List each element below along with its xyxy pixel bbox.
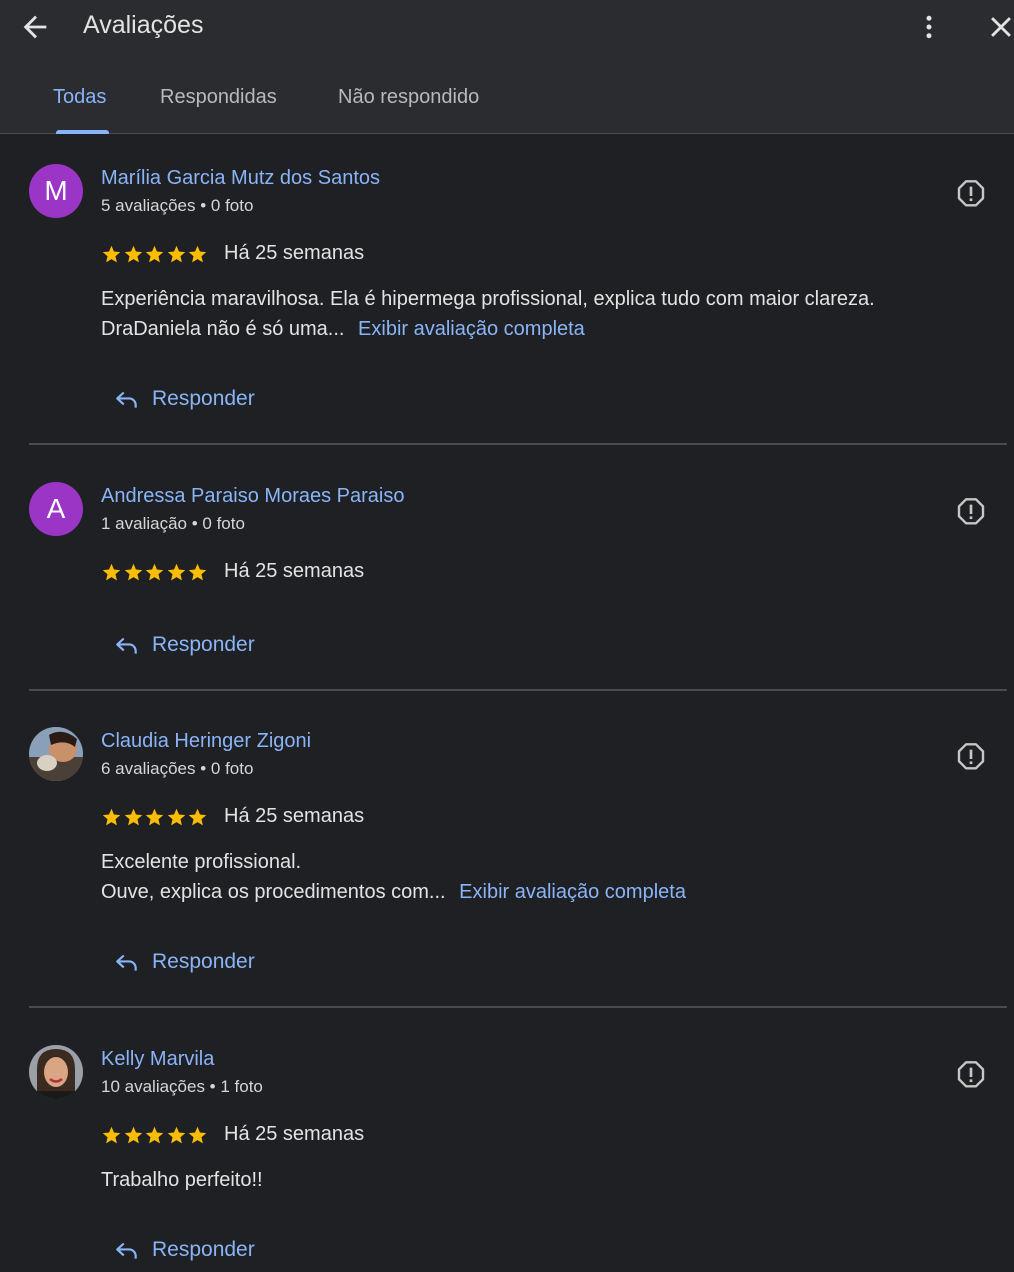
- star-icon: [189, 808, 207, 826]
- report-button[interactable]: [955, 1059, 987, 1091]
- active-tab-indicator: [56, 130, 109, 134]
- reviewer-name[interactable]: Claudia Heringer Zigoni: [101, 730, 311, 753]
- review-text-line: Experiência maravilhosa. Ela é hipermega…: [101, 288, 875, 310]
- avatar[interactable]: M: [29, 164, 83, 218]
- star-icon: [189, 245, 207, 263]
- review-time: Há 25 semanas: [224, 1123, 365, 1145]
- star-icon: [102, 1126, 121, 1144]
- show-full-review-link[interactable]: Exibir avaliação completa: [358, 318, 585, 340]
- star-icon: [167, 808, 186, 826]
- arrow-back-icon: [23, 15, 47, 39]
- star-icon: [145, 563, 164, 581]
- tab-respondidas[interactable]: Respondidas: [160, 86, 277, 109]
- star-icon: [145, 1126, 164, 1144]
- review-text-snippet: DraDaniela não é só uma...: [101, 318, 345, 340]
- page-title: Avaliações: [83, 11, 204, 39]
- reply-icon: [116, 391, 137, 408]
- report-button[interactable]: [955, 741, 987, 773]
- reviewer-meta: 1 avaliação • 0 foto: [101, 514, 245, 533]
- reply-label: Responder: [152, 950, 255, 973]
- close-button[interactable]: [984, 10, 1014, 44]
- star-icon: [145, 808, 164, 826]
- star-icon: [189, 563, 207, 581]
- reply-button[interactable]: Responder: [114, 947, 255, 977]
- review-time: Há 25 semanas: [224, 242, 365, 264]
- more-options-button[interactable]: [914, 10, 944, 44]
- tab-nao-respondido[interactable]: Não respondido: [338, 86, 479, 109]
- reviewer-name[interactable]: Kelly Marvila: [101, 1048, 214, 1071]
- more-vert-icon: [926, 15, 932, 39]
- star-icon: [167, 563, 186, 581]
- divider: [29, 689, 1007, 691]
- reply-label: Responder: [152, 387, 255, 410]
- avatar[interactable]: A: [29, 482, 83, 536]
- review-time: Há 25 semanas: [224, 560, 365, 582]
- report-icon: [957, 1061, 985, 1088]
- star-rating: [101, 1125, 209, 1147]
- star-icon: [124, 245, 142, 263]
- review-text-line: Ouve, explica os procedimentos com... Ex…: [101, 877, 686, 907]
- back-button[interactable]: [18, 10, 52, 44]
- reviewer-name[interactable]: Marília Garcia Mutz dos Santos: [101, 167, 380, 190]
- reviewer-meta: 10 avaliações • 1 foto: [101, 1077, 263, 1096]
- star-icon: [102, 808, 121, 826]
- tab-todas[interactable]: Todas: [53, 86, 106, 109]
- review-text-snippet: Ouve, explica os procedimentos com...: [101, 881, 446, 903]
- report-icon: [957, 180, 985, 207]
- show-full-review-link[interactable]: Exibir avaliação completa: [459, 881, 686, 903]
- report-icon: [957, 498, 985, 525]
- star-icon: [124, 563, 142, 581]
- app-bar: Avaliações Todas Respondidas Não respond…: [0, 0, 1014, 134]
- star-icon: [189, 1126, 207, 1144]
- review-text: Trabalho perfeito!!: [101, 1165, 263, 1195]
- star-icon: [167, 245, 186, 263]
- report-button[interactable]: [955, 178, 987, 210]
- review-text-line: Excelente profissional.: [101, 851, 302, 873]
- review-text: Experiência maravilhosa. Ela é hipermega…: [101, 284, 875, 344]
- avatar[interactable]: [29, 1045, 83, 1099]
- avatar[interactable]: [29, 727, 83, 781]
- reply-label: Responder: [152, 633, 255, 656]
- reviewer-meta: 6 avaliações • 0 foto: [101, 759, 254, 778]
- star-icon: [167, 1126, 186, 1144]
- reviewer-meta: 5 avaliações • 0 foto: [101, 196, 254, 215]
- star-icon: [124, 1126, 142, 1144]
- profile-photo-icon: [29, 1045, 83, 1099]
- star-rating: [101, 562, 209, 584]
- reply-icon: [116, 637, 137, 654]
- reply-label: Responder: [152, 1238, 255, 1261]
- star-icon: [124, 808, 142, 826]
- close-icon: [991, 17, 1011, 37]
- reply-icon: [116, 954, 137, 971]
- report-icon: [957, 743, 985, 770]
- star-icon: [102, 245, 121, 263]
- divider: [29, 1006, 1007, 1008]
- reviewer-name[interactable]: Andressa Paraiso Moraes Paraiso: [101, 485, 404, 508]
- star-rating: [101, 244, 209, 266]
- tab-bar: Todas Respondidas Não respondido: [0, 72, 1014, 134]
- divider: [29, 443, 1007, 445]
- review-text-line: DraDaniela não é só uma... Exibir avalia…: [101, 314, 875, 344]
- reply-button[interactable]: Responder: [114, 384, 255, 414]
- reply-icon: [116, 1242, 137, 1259]
- profile-photo-icon: [29, 727, 83, 781]
- review-text: Excelente profissional. Ouve, explica os…: [101, 847, 686, 907]
- review-text-line: Trabalho perfeito!!: [101, 1169, 263, 1191]
- report-button[interactable]: [955, 496, 987, 528]
- star-icon: [102, 563, 121, 581]
- reply-button[interactable]: Responder: [114, 630, 255, 660]
- reply-button[interactable]: Responder: [114, 1235, 255, 1265]
- star-icon: [145, 245, 164, 263]
- review-time: Há 25 semanas: [224, 805, 365, 827]
- star-rating: [101, 807, 209, 829]
